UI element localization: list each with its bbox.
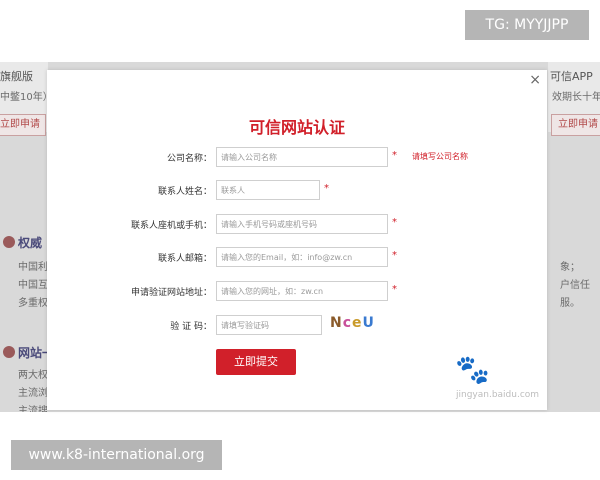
form-row-email: 联系人邮箱： 请输入您的Email，如：info@zw.cn * [47,247,547,269]
required-mark: * [392,284,397,295]
website-label: 申请验证网站地址： [130,288,212,298]
contact-name-input[interactable]: 联系人 [216,180,320,200]
bg-right-apply-button: 立即申请 [551,114,600,136]
contact-name-label: 联系人姓名： [157,187,212,197]
email-input[interactable]: 请输入您的Email，如：info@zw.cn [216,247,388,267]
bg-section2-line: 主流搜 [18,406,48,412]
form-row-website: 申请验证网站地址： 请输入您的网址，如：zw.cn * [47,281,547,303]
bg-shield-icon [3,236,15,248]
bg-section1-right-line: 服。 [560,298,580,309]
captcha-image[interactable]: NceU [330,315,375,331]
form-row-company: 公司名称： 请输入公司名称 * 请填写公司名称 [47,147,547,169]
company-name-label: 公司名称： [166,154,212,164]
baidu-jingyan-watermark: jingyan.baidu.com [456,390,540,400]
bg-section1-heading: 权威 [18,236,43,250]
dialog-title: 可信网站认证 [248,118,345,137]
bg-globe-icon [3,346,15,358]
bg-section1-line: 多重权 [18,298,48,309]
company-name-input[interactable]: 请输入公司名称 [216,147,388,167]
close-icon[interactable]: × [529,72,541,88]
form-row-phone: 联系人座机或手机： 请输入手机号码或座机号码 * [47,214,547,236]
bg-section1-line: 中国利 [18,262,48,273]
bg-section1-line: 中国互 [18,280,48,291]
bg-section1-right-line: 户信任 [560,280,590,291]
site-watermark-tag: www.k8-international.org [11,440,222,470]
website-input[interactable]: 请输入您的网址，如：zw.cn [216,281,388,301]
required-mark: * [392,250,397,261]
captcha-char: N [330,315,343,331]
baidu-paw-watermark-icon: 🐾 [455,353,490,386]
captcha-label: 验 证 码： [170,322,212,332]
captcha-char: U [362,315,375,331]
tg-watermark-tag: TG: MYYJJPP [465,10,589,40]
phone-input[interactable]: 请输入手机号码或座机号码 [216,214,388,234]
required-mark: * [324,183,329,194]
bg-left-sub: 中鳖10年） [0,92,53,103]
company-name-hint: 请填写公司名称 [412,152,468,161]
captcha-char: c [342,315,353,331]
submit-button[interactable]: 立即提交 [216,349,296,375]
required-mark: * [392,217,397,228]
bg-left-title: 旗舰版 [0,70,33,83]
bg-section2-line: 主流浏 [18,388,48,399]
required-mark: * [392,150,397,161]
bg-right-sub: 效期长十年 [552,92,600,103]
bg-section1-right-line: 象； [560,262,580,273]
bg-left-apply-button: 立即申请 [0,114,46,136]
bg-right-title: 可信APP [550,70,593,83]
phone-label: 联系人座机或手机： [130,221,212,231]
captcha-char: e [352,315,363,331]
captcha-input[interactable]: 请填写验证码 [216,315,322,335]
email-label: 联系人邮箱： [157,254,212,264]
form-row-contact-name: 联系人姓名： 联系人 * [47,180,547,202]
bg-section2-line: 两大权 [18,370,48,381]
form-row-captcha: 验 证 码： 请填写验证码 NceU [47,315,547,337]
